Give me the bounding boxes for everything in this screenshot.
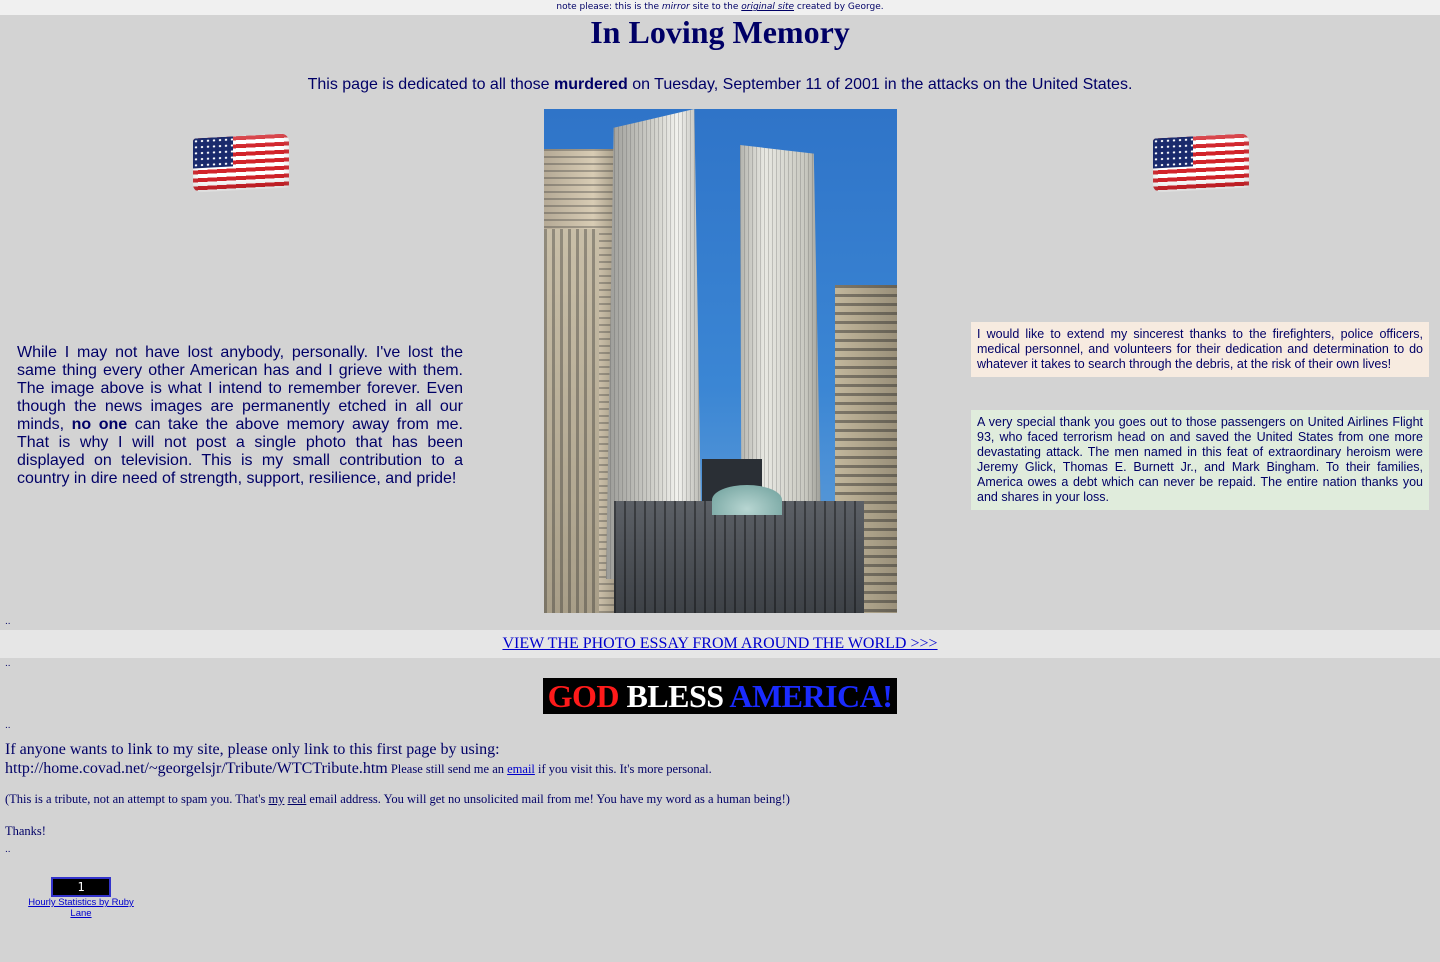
original-site-link[interactable]: original site: [741, 2, 794, 12]
real-link[interactable]: real: [288, 792, 307, 806]
email-link[interactable]: email: [507, 762, 535, 776]
mirror-notice-middle: site to the: [689, 2, 742, 12]
personal-statement: While I may not have lost anybody, perso…: [17, 344, 464, 487]
us-flag-right-image: [1153, 133, 1249, 193]
hit-counter[interactable]: 1: [51, 877, 111, 897]
spam-disclaimer: (This is a tribute, not an attempt to sp…: [5, 792, 790, 806]
my-link[interactable]: my: [268, 792, 284, 806]
america-word: AMERICA!: [729, 678, 893, 714]
thanks-text: Thanks!: [5, 824, 46, 838]
separator: ..: [5, 658, 11, 669]
separator: ..: [5, 720, 11, 731]
no-one-emphasis: no one: [71, 416, 128, 433]
separator: ..: [5, 616, 11, 627]
us-flag-left-image: [193, 133, 289, 193]
photo-essay-bar: VIEW THE PHOTO ESSAY FROM AROUND THE WOR…: [0, 630, 1440, 658]
rescue-workers-thanks-box: I would like to extend my sincerest than…: [971, 322, 1429, 377]
murdered-emphasis: murdered: [553, 76, 628, 93]
bless-word: BLESS: [626, 678, 724, 714]
mirror-notice-text: note please: this is the: [556, 2, 662, 12]
page-title: In Loving Memory: [590, 14, 850, 50]
counter-statistics: Hourly Statistics by Ruby Lane: [20, 897, 142, 919]
god-bless-america-banner: GOD BLESS AMERICA!: [543, 678, 897, 714]
mirror-notice-after: created by George.: [794, 2, 884, 12]
link-instructions: If anyone wants to link to my site, plea…: [5, 740, 1005, 778]
separator: ..: [5, 844, 11, 855]
photo-essay-link[interactable]: VIEW THE PHOTO ESSAY FROM AROUND THE WOR…: [502, 635, 937, 652]
mirror-word: mirror: [661, 2, 690, 12]
flight-93-thanks-box: A very special thank you goes out to tho…: [971, 410, 1429, 510]
link-instructions-line: If anyone wants to link to my site, plea…: [5, 741, 500, 758]
god-word: GOD: [547, 678, 620, 714]
ruby-lane-stats-link[interactable]: Hourly Statistics by Ruby Lane: [28, 897, 134, 919]
mirror-notice: note please: this is the mirror site to …: [0, 0, 1440, 15]
twin-towers-photo: [544, 109, 897, 613]
site-url: http://home.covad.net/~georgelsjr/Tribut…: [5, 760, 388, 777]
dedication-text: This page is dedicated to all those murd…: [307, 76, 1133, 93]
